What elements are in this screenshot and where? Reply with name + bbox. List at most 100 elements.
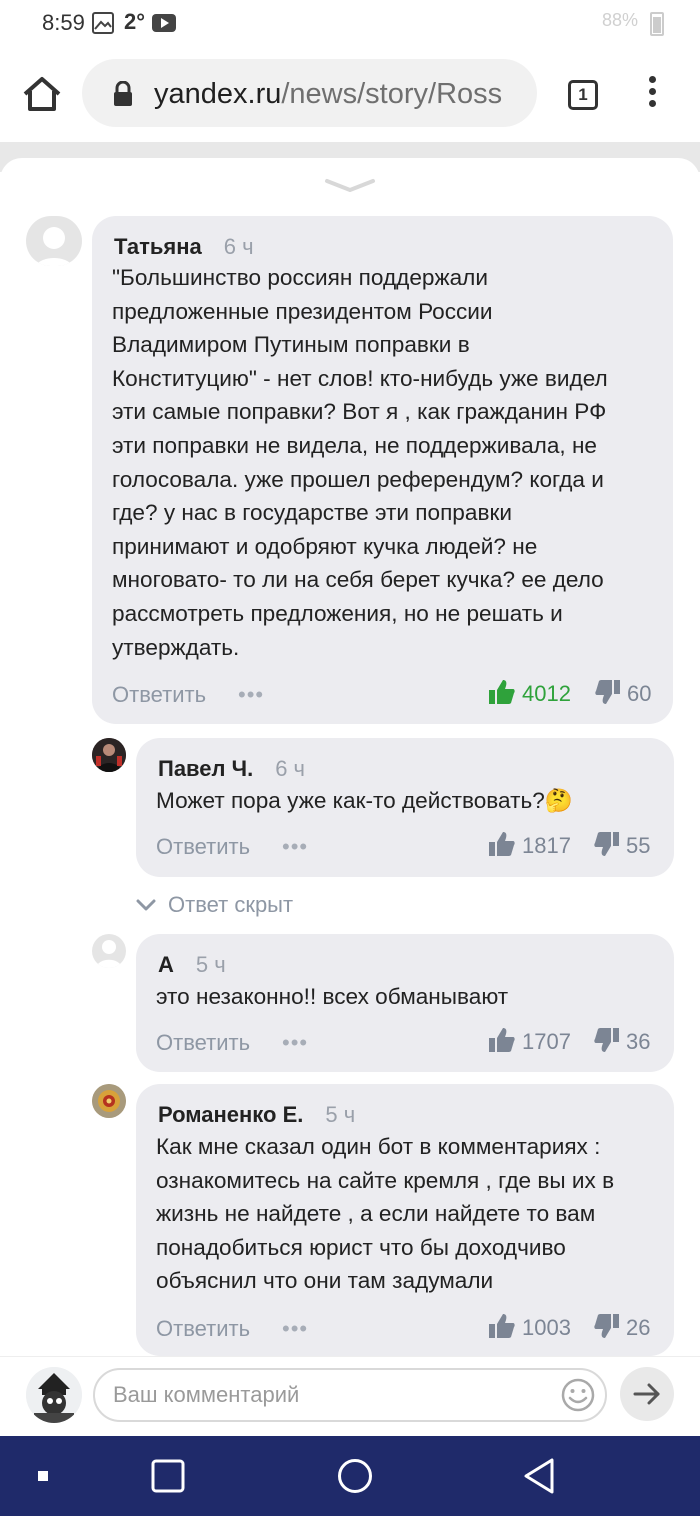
comment-input[interactable]: [93, 1368, 607, 1422]
like-button[interactable]: 1707: [488, 1026, 571, 1055]
status-temperature: 2°: [124, 9, 146, 34]
comment-line: голосовала. уже прошел референдум? когда…: [112, 466, 604, 492]
comment-line: понадобиться юрист что бы доходчиво: [156, 1234, 566, 1260]
comment-time: 6 ч: [275, 756, 305, 781]
comments-sheet: Татьяна 6 ч "Большинство россиян поддержа…: [0, 158, 700, 1436]
avatar[interactable]: [92, 738, 126, 772]
comment-time: 5 ч: [195, 952, 226, 977]
comment-line: утверждать.: [112, 634, 240, 660]
thumbs-down-icon: [594, 832, 619, 856]
url-text: yandex.ru/news/story/Ross: [154, 78, 526, 111]
more-options-button[interactable]: •••: [282, 834, 308, 860]
send-button[interactable]: [620, 1367, 674, 1421]
reply-button[interactable]: Ответить: [112, 682, 206, 708]
thumbs-down-icon: [594, 1314, 619, 1338]
comment-text: Может пора уже как-то действовать?🤔: [156, 784, 666, 818]
user-photo-icon: [26, 1367, 82, 1423]
hidden-reply-toggle[interactable]: Ответ скрыт: [136, 892, 293, 918]
collapse-handle-icon[interactable]: [324, 178, 376, 194]
user-silhouette-icon: [96, 940, 122, 968]
more-options-button[interactable]: •••: [238, 682, 264, 708]
dislike-button[interactable]: 55: [594, 830, 650, 859]
like-button[interactable]: 1817: [488, 830, 571, 859]
comment-author[interactable]: А 5 ч: [158, 952, 226, 978]
thumbs-up-icon: [489, 832, 515, 856]
battery-icon: [650, 12, 664, 36]
user-photo-icon: [92, 738, 126, 772]
emblem-avatar-icon: [92, 1084, 126, 1118]
comment-line: Владимиром Путиным поправки в: [112, 332, 470, 358]
comment-text: Как мне сказал один бот в комментариях :…: [156, 1130, 666, 1298]
comment-text: это незаконно!! всех обманывают: [156, 980, 666, 1014]
avatar[interactable]: [26, 216, 82, 266]
thumbs-down-icon: [595, 680, 620, 704]
comment-line: эти самые поправки? Вот я , как граждани…: [112, 399, 607, 425]
thumbs-down-icon: [594, 1028, 619, 1052]
comment-bubble: Татьяна 6 ч "Большинство россиян поддержа…: [92, 216, 673, 724]
emoji-icon[interactable]: [560, 1377, 596, 1413]
comment-bubble: Павел Ч. 6 ч Может пора уже как-то действ…: [136, 738, 674, 877]
comment-line: принимают и одобряют кучка людей? не: [112, 533, 538, 559]
address-bar[interactable]: yandex.ru/news/story/Ross: [82, 59, 537, 127]
dislike-count: 36: [626, 1029, 651, 1054]
image-icon: [92, 12, 114, 34]
url-domain: yandex.ru: [154, 78, 282, 110]
comment-author[interactable]: Романенко Е. 5 ч: [158, 1102, 355, 1128]
comment-line: где? у нас в государстве эти поправки: [112, 500, 512, 526]
comment-line: жизнь не найдете , а если найдете то вам: [156, 1201, 596, 1227]
comment-line: ознакомитесь на сайте кремля , где вы их…: [156, 1167, 615, 1193]
home-circle-icon[interactable]: [336, 1457, 374, 1495]
comment-line: объяснил что они там задумали: [156, 1268, 494, 1294]
menu-icon[interactable]: [640, 76, 664, 112]
author-name[interactable]: Романенко Е.: [158, 1102, 303, 1127]
overview-square-icon[interactable]: [150, 1458, 186, 1494]
user-silhouette-icon: [35, 227, 73, 266]
arrow-right-icon: [633, 1383, 660, 1405]
more-options-button[interactable]: •••: [282, 1316, 308, 1342]
comment-line: Может пора уже как-то действовать?🤔: [156, 788, 573, 813]
status-time: 8:59: [42, 10, 85, 35]
dislike-button[interactable]: 36: [594, 1026, 650, 1055]
like-count: 4012: [522, 681, 571, 706]
system-nav-bar: [0, 1436, 700, 1516]
reply-button[interactable]: Ответить: [156, 834, 250, 860]
url-path: /news/story/Ross: [281, 78, 503, 110]
like-button[interactable]: 4012: [488, 678, 571, 707]
thumbs-up-icon: [489, 1314, 515, 1338]
author-name[interactable]: А: [158, 952, 174, 977]
thumbs-up-icon: [489, 1028, 515, 1052]
thumbs-up-icon: [489, 680, 515, 704]
dislike-count: 26: [626, 1315, 651, 1340]
like-count: 1707: [522, 1029, 571, 1054]
youtube-icon: [152, 14, 176, 32]
comment-line: Конституцию" - нет слов! кто-нибудь уже …: [112, 365, 608, 391]
browser-toolbar: yandex.ru/news/story/Ross 1: [0, 46, 700, 142]
comment-bubble: А 5 ч это незаконно!! всех обманывают Отв…: [136, 934, 674, 1072]
like-count: 1003: [522, 1315, 571, 1340]
recent-dot-icon[interactable]: [36, 1469, 50, 1483]
author-name[interactable]: Татьяна: [114, 234, 202, 259]
comment-author[interactable]: Татьяна 6 ч: [114, 234, 254, 260]
back-triangle-icon[interactable]: [522, 1456, 558, 1496]
dislike-button[interactable]: 26: [594, 1312, 650, 1341]
reply-button[interactable]: Ответить: [156, 1030, 250, 1056]
comment-line: это незаконно!! всех обманывают: [156, 984, 509, 1009]
comment-line: многовато- то ли на себя берет кучка? ее…: [112, 567, 604, 593]
avatar[interactable]: [92, 1084, 126, 1118]
lock-icon: [114, 81, 132, 106]
author-name[interactable]: Павел Ч.: [158, 756, 253, 781]
comment-time: 5 ч: [325, 1102, 356, 1127]
dislike-button[interactable]: 60: [595, 678, 651, 707]
reply-button[interactable]: Ответить: [156, 1316, 250, 1342]
tabs-button[interactable]: 1: [568, 80, 598, 110]
comment-time: 6 ч: [223, 234, 254, 259]
more-options-button[interactable]: •••: [282, 1030, 308, 1056]
status-bar: 8:59 2° 88%: [0, 0, 700, 46]
avatar[interactable]: [92, 934, 126, 968]
comment-line: эти поправки не видела, не поддерживала,…: [112, 432, 597, 458]
my-avatar[interactable]: [26, 1367, 82, 1423]
comment-text: "Большинство россиян поддержали предложе…: [112, 261, 662, 664]
like-button[interactable]: 1003: [488, 1312, 571, 1341]
home-icon[interactable]: [22, 76, 62, 112]
comment-author[interactable]: Павел Ч. 6 ч: [158, 756, 305, 782]
